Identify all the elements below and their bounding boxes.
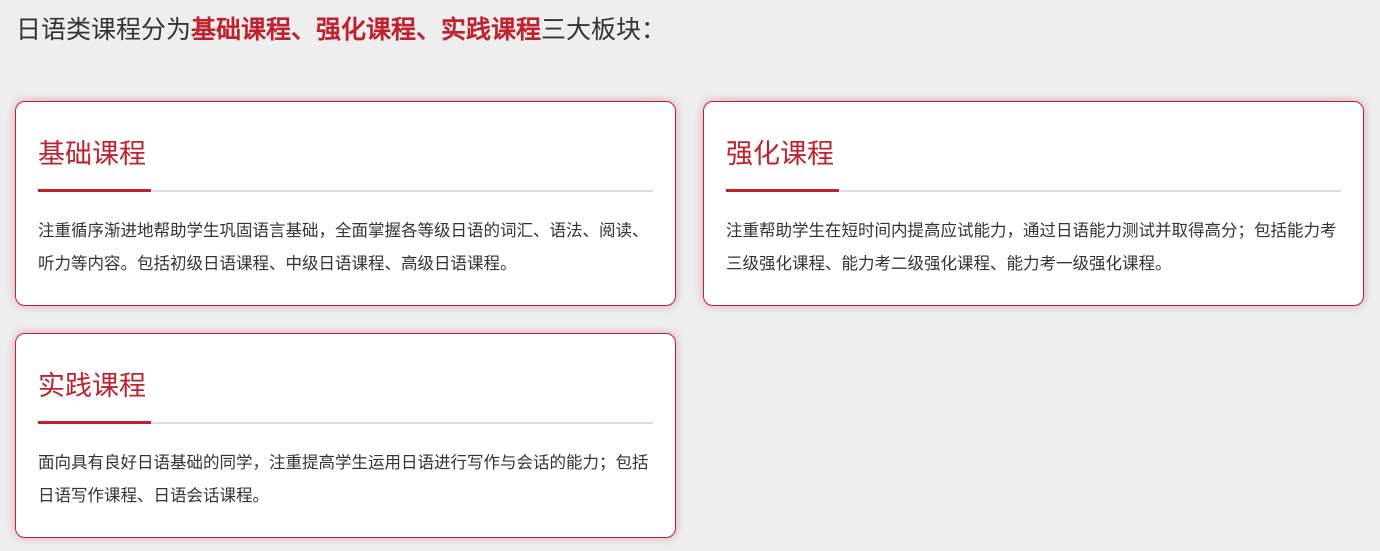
course-card-practice: 实践课程 面向具有良好日语基础的同学，注重提高学生运用日语进行写作与会话的能力；… [15,333,676,538]
intro-suffix: 三大板块： [541,15,667,44]
card-title: 实践课程 [38,371,146,402]
card-divider-accent [38,421,151,424]
intro-highlight: 基础课程、强化课程、实践课程 [191,15,542,44]
card-divider [38,421,653,424]
course-card-intensive: 强化课程 注重帮助学生在短时间内提高应试能力，通过日语能力测试并取得高分；包括能… [703,101,1364,306]
card-description: 面向具有良好日语基础的同学，注重提高学生运用日语进行写作与会话的能力；包括日语写… [38,453,649,505]
course-card-basic: 基础课程 注重循序渐进地帮助学生巩固语言基础，全面掌握各等级日语的词汇、语法、阅… [15,101,676,306]
card-divider-accent [38,189,151,192]
intro-prefix: 日语类课程分为 [16,15,192,44]
card-divider [726,189,1341,192]
card-title: 基础课程 [38,139,146,170]
intro-heading: 日语类课程分为基础课程、强化课程、实践课程三大板块： [16,12,666,48]
card-divider [38,189,653,192]
card-description: 注重帮助学生在短时间内提高应试能力，通过日语能力测试并取得高分；包括能力考三级强… [726,221,1337,273]
card-title: 强化课程 [726,139,834,170]
card-description: 注重循序渐进地帮助学生巩固语言基础，全面掌握各等级日语的词汇、语法、阅读、听力等… [38,221,649,273]
card-divider-accent [726,189,839,192]
